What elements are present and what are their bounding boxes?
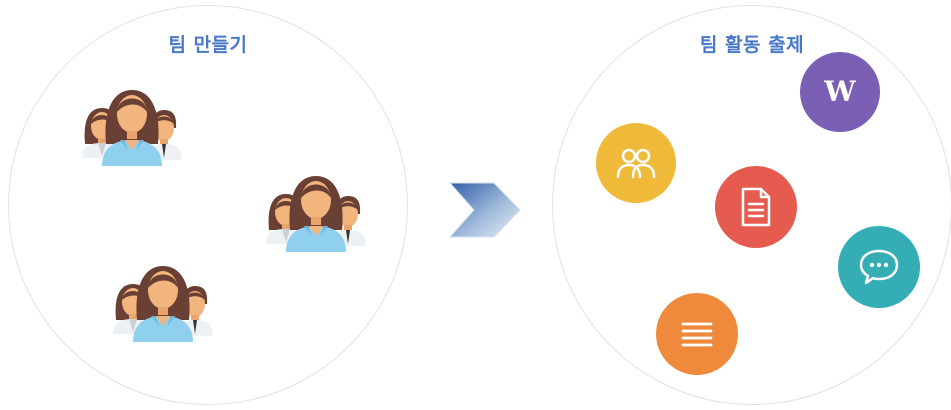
people-group-icon — [72, 72, 194, 172]
wiki-icon: W — [824, 75, 856, 108]
chevron-right-icon — [448, 182, 521, 238]
panel-title-team-building: 팀 만들기 — [168, 34, 248, 56]
people-icon — [616, 148, 656, 179]
people-badge — [596, 123, 676, 203]
team-group-1 — [72, 72, 194, 172]
team-group-2 — [256, 158, 378, 258]
chat-bubble-icon — [859, 249, 899, 285]
people-group-icon — [103, 248, 225, 348]
panel-title-team-activity: 팀 활동 출제 — [699, 34, 805, 56]
chat-badge — [838, 226, 920, 308]
list-icon — [681, 322, 713, 347]
document-badge — [715, 166, 797, 248]
wiki-badge: W — [800, 52, 880, 132]
people-group-icon — [256, 158, 378, 258]
document-icon — [741, 187, 771, 227]
list-badge — [656, 293, 738, 375]
team-group-3 — [103, 248, 225, 348]
